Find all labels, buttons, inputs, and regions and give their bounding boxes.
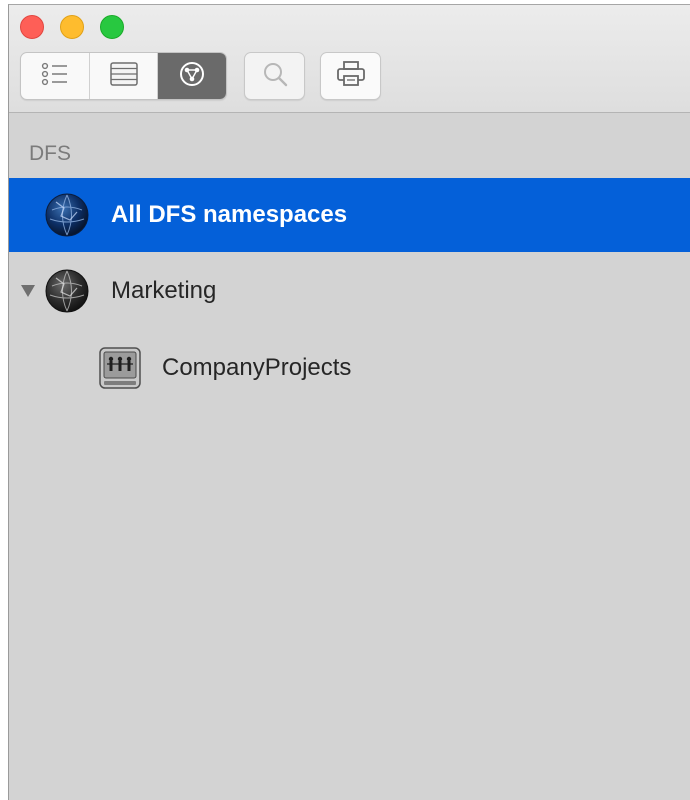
sidebar-item-label: CompanyProjects xyxy=(162,354,352,381)
minimize-button[interactable] xyxy=(60,15,84,39)
list-view-icon xyxy=(40,61,70,92)
dfs-view-icon xyxy=(177,59,207,94)
section-header-dfs: DFS xyxy=(29,142,71,165)
column-view-icon xyxy=(109,61,139,92)
search-icon xyxy=(261,60,289,93)
sidebar-item-companyprojects[interactable]: CompanyProjects xyxy=(9,331,690,405)
file-server-icon xyxy=(97,345,143,391)
view-mode-segmented-control xyxy=(20,52,227,100)
dfs-view-button[interactable] xyxy=(158,53,226,99)
globe-icon xyxy=(43,267,91,315)
close-button[interactable] xyxy=(20,15,44,39)
toolbar xyxy=(9,5,690,113)
sidebar-item-label: All DFS namespaces xyxy=(111,201,348,228)
dfs-window: DFS All DFS namespaces Marketing Company… xyxy=(8,4,690,800)
disclosure-triangle-icon[interactable] xyxy=(21,285,35,297)
print-icon xyxy=(336,60,366,93)
sidebar-item-marketing[interactable]: Marketing xyxy=(9,254,690,328)
sidebar-item-label: Marketing xyxy=(111,277,217,304)
print-button[interactable] xyxy=(320,52,381,100)
list-view-button[interactable] xyxy=(21,53,90,99)
sidebar-item-all-dfs-namespaces[interactable]: All DFS namespaces xyxy=(9,178,690,252)
search-button[interactable] xyxy=(244,52,305,100)
zoom-button[interactable] xyxy=(100,15,124,39)
column-view-button[interactable] xyxy=(90,53,159,99)
globe-icon xyxy=(43,191,91,239)
